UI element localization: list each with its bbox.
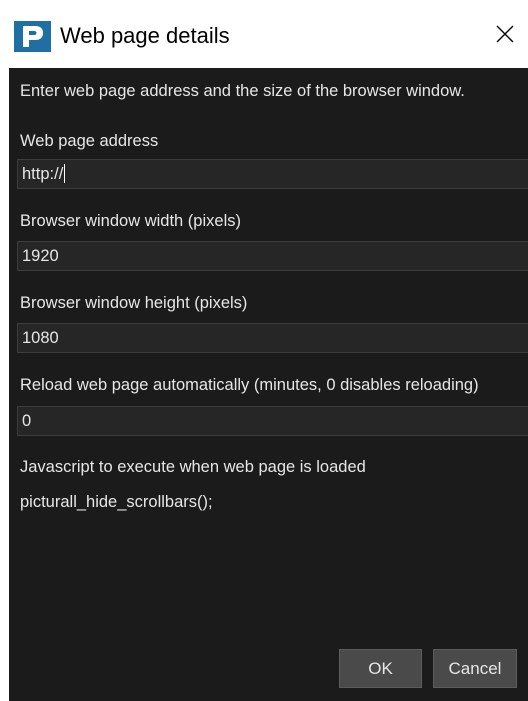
- web-page-details-dialog: Web page details Enter web page address …: [0, 0, 528, 701]
- ok-button[interactable]: OK: [339, 649, 422, 688]
- height-label: Browser window height (pixels): [20, 294, 248, 312]
- close-icon[interactable]: [496, 25, 514, 43]
- cancel-button[interactable]: Cancel: [433, 649, 517, 688]
- width-label: Browser window width (pixels): [20, 212, 241, 230]
- close-button[interactable]: [482, 12, 528, 56]
- window-title: Web page details: [60, 23, 230, 48]
- picturall-p-icon: [14, 21, 51, 52]
- width-input[interactable]: 1920: [17, 241, 528, 271]
- width-input-value: 1920: [22, 247, 59, 265]
- script-label: Javascript to execute when web page is l…: [20, 458, 366, 476]
- intro-text: Enter web page address and the size of t…: [20, 82, 465, 100]
- address-label: Web page address: [20, 132, 159, 150]
- script-textarea[interactable]: picturall_hide_scrollbars();: [9, 478, 528, 646]
- height-input[interactable]: 1080: [17, 323, 528, 353]
- dialog-body: Enter web page address and the size of t…: [9, 68, 528, 701]
- reload-input-value: 0: [22, 412, 32, 430]
- title-bar: Web page details: [0, 0, 528, 68]
- address-input-value: http://: [22, 164, 66, 183]
- script-value: picturall_hide_scrollbars();: [20, 493, 213, 511]
- address-input[interactable]: http://: [17, 159, 528, 189]
- text-caret: [64, 164, 66, 183]
- reload-label: Reload web page automatically (minutes, …: [20, 376, 479, 394]
- reload-input[interactable]: 0: [17, 406, 528, 436]
- height-input-value: 1080: [22, 329, 59, 347]
